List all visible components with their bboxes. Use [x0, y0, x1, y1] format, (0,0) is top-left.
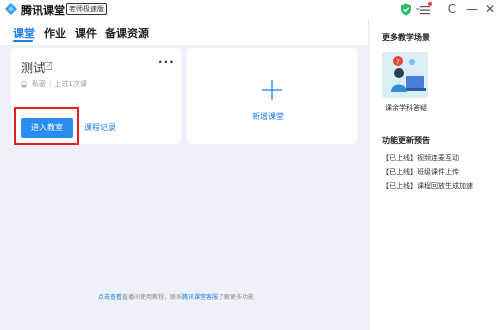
footer-text-1: 直播间使用教程，联系 — [122, 294, 183, 301]
lock-icon — [21, 80, 27, 88]
updates-title: 功能更新预告 — [382, 136, 430, 145]
app-name: 腾讯课堂 — [21, 4, 65, 17]
scenes-title: 更多教学场景 — [382, 33, 430, 42]
scene-thumbnail[interactable]: ? — [382, 52, 428, 98]
footer-text-2: 了解更多功能 — [218, 294, 255, 301]
edition-badge: 老师极速版 — [66, 3, 107, 15]
qa-illustration-icon: ? — [382, 52, 428, 98]
minimize-button[interactable]: — — [462, 0, 482, 19]
support-link[interactable]: 腾讯课堂客服 — [182, 294, 218, 301]
app-logo-icon — [5, 3, 17, 15]
last-class-label: 上过1次课 — [54, 80, 87, 88]
close-button[interactable]: ✕ — [480, 0, 500, 19]
course-record-link[interactable]: 课程记录 — [84, 122, 116, 133]
new-course-label[interactable]: 新增课堂 — [252, 111, 284, 122]
plus-icon[interactable] — [261, 79, 283, 101]
tab-resources[interactable]: 备课资源 — [105, 25, 149, 41]
more-options-icon[interactable]: ··· — [158, 55, 175, 69]
title-bar: 腾讯课堂 老师极速版 ⌄ C — ✕ — [0, 0, 500, 19]
meta-separator: | — [49, 80, 52, 88]
svg-text:?: ? — [396, 58, 400, 66]
highlight-annotation — [14, 107, 79, 145]
update-item[interactable]: 【已上线】课程回放生成加速 — [382, 181, 473, 191]
refresh-button[interactable]: C — [442, 0, 462, 19]
tab-bar: 课堂 作业 课件 备课资源 — [0, 19, 368, 45]
tab-homework[interactable]: 作业 — [44, 25, 66, 41]
tab-courseware[interactable]: 课件 — [75, 25, 97, 41]
edit-icon[interactable] — [44, 61, 53, 70]
course-title: 测试 — [21, 61, 46, 75]
menu-icon[interactable] — [420, 5, 430, 15]
notification-dot — [428, 2, 432, 6]
course-meta: 私密 | 上过1次课 — [20, 79, 87, 89]
shield-check-icon[interactable] — [400, 3, 412, 16]
update-item[interactable]: 【已上线】视频连麦互动 — [382, 153, 459, 163]
tab-classroom[interactable]: 课堂 — [13, 25, 35, 41]
active-tab-indicator — [13, 40, 33, 42]
scene-label[interactable]: 课余学科答疑 — [385, 103, 427, 113]
update-item[interactable]: 【已上线】班级课件上传 — [382, 167, 459, 177]
tutorial-link[interactable]: 点击查看 — [98, 294, 122, 301]
privacy-label: 私密 — [32, 80, 46, 88]
footer-tip: 点击查看直播间使用教程，联系腾讯课堂客服了解更多功能 — [98, 292, 254, 301]
